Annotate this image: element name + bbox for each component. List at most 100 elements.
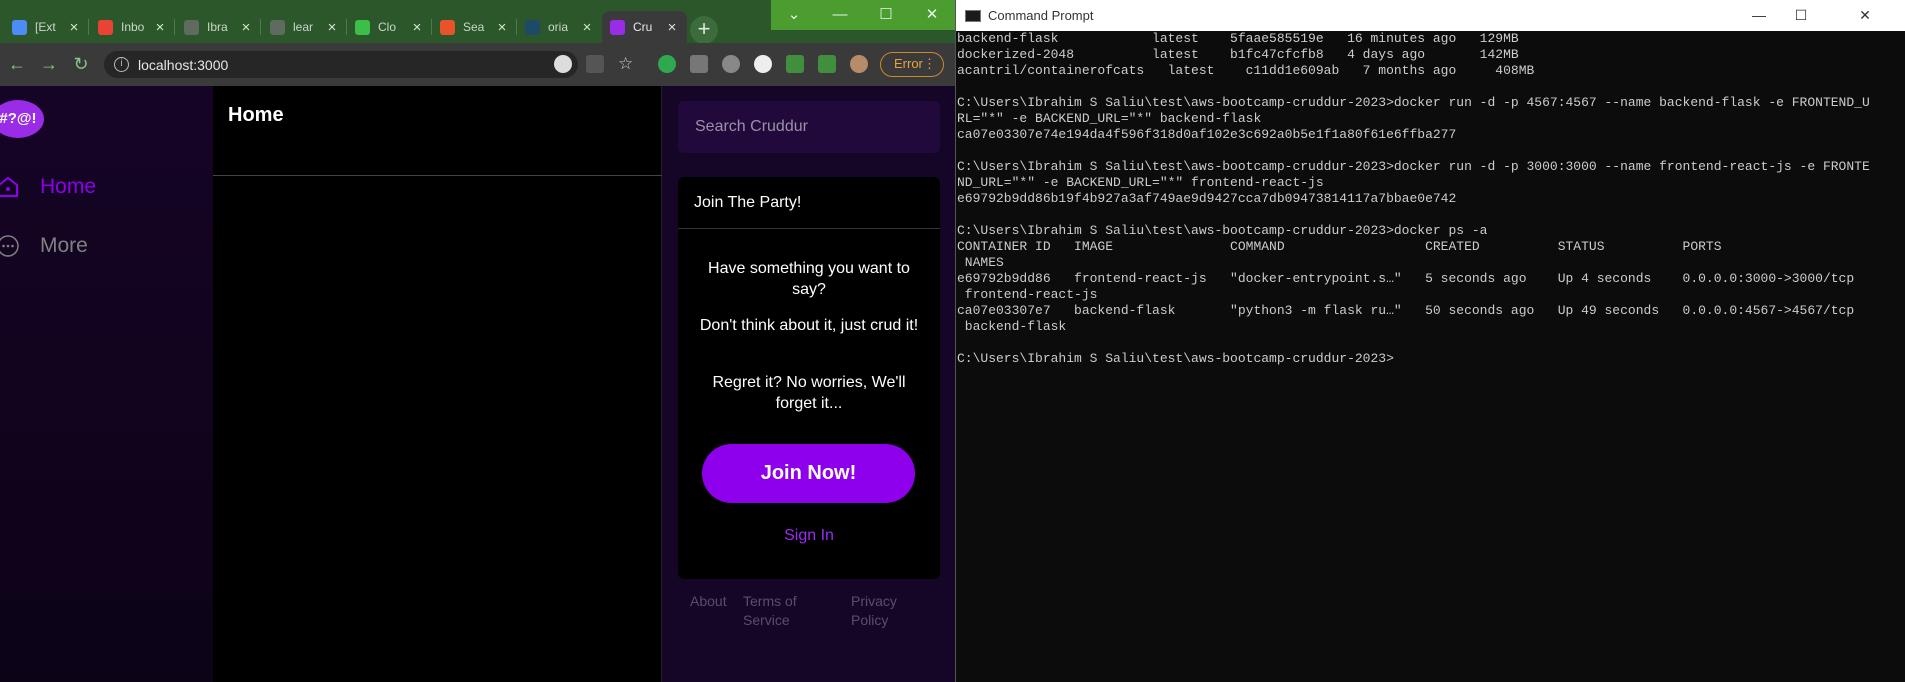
zotero-extension-icon[interactable] [690,55,708,73]
console-line: backend-flask [957,319,1067,334]
tab-label: Ibra [207,20,228,34]
grammarly-extension-icon[interactable] [658,55,676,73]
sidebar: #?@! Home More [0,86,213,682]
console-line: ca07e03307e7 backend-flask "python3 -m f… [957,303,1855,318]
tab-label: oria [548,20,569,34]
tab-search-button[interactable]: ⌄ [771,0,817,30]
tab-label: Inbo [121,20,145,34]
console-line: NAMES [957,255,1004,270]
share-icon[interactable] [586,55,604,73]
close-tab-icon[interactable]: × [153,19,167,36]
tab-6[interactable]: oria × [517,11,602,43]
console-line: C:\Users\Ibrahim S Saliu\test\aws-bootca… [957,351,1394,366]
cruddur-logo[interactable]: #?@! [0,100,44,138]
google-icon[interactable] [554,55,572,73]
minimize-button[interactable]: — [817,0,863,30]
home-icon [0,176,18,197]
console-line: dockerized-2048 latest b1fc47cfcfb8 4 da… [957,47,1519,62]
console-line: ND_URL="*" -e BACKEND_URL="*" frontend-r… [957,175,1324,190]
browser-window: [Ext × Inbo × Ibra × lear × Clo × Sea × oria × … [0,0,955,682]
cruddur-app: #?@! Home More Home Join The Party! Have… [0,86,955,682]
join-box-line-2: Don't think about it, just crud it! [699,317,919,334]
divider [213,175,662,176]
console-line: e69792b9dd86 frontend-react-js "docker-e… [957,271,1855,286]
menu-icon[interactable]: ⋮ [923,53,936,75]
cmd-minimize-button[interactable]: — [1736,0,1782,31]
tab-1[interactable]: Inbo × [90,11,175,43]
close-tab-icon[interactable]: × [325,19,339,36]
close-tab-icon[interactable]: × [495,19,509,36]
console-line: CONTAINER ID IMAGE COMMAND CREATED STATU… [957,239,1722,254]
window-title: Command Prompt [988,8,1094,23]
profile-avatar[interactable] [850,55,868,73]
console-line: ca07e03307e74e194da4f596f318d0af102e3c69… [957,127,1457,142]
site-favicon-icon [525,19,540,35]
join-box-line-3: Regret it? No worries, We'll forget it..… [712,374,906,412]
bookmark-star-icon[interactable]: ☆ [618,55,636,73]
tab-5[interactable]: Sea × [432,11,517,43]
site-info-icon[interactable]: i [114,57,129,72]
gmail-favicon-icon [98,19,113,35]
close-tab-icon[interactable]: × [239,19,253,36]
tab-2[interactable]: Ibra × [176,11,261,43]
forward-button[interactable]: → [38,53,60,75]
close-window-button[interactable]: ✕ [909,0,955,30]
home-feed: Home [213,86,662,682]
error-label: Error [894,56,923,71]
console-line: backend-flask latest 5faae585519e 16 min… [957,31,1519,46]
tab-label: Sea [463,20,485,34]
github-extension-icon[interactable] [722,55,740,73]
search-input[interactable] [678,101,940,153]
console-line: acantril/containerofcats latest c11dd1e6… [957,63,1535,78]
console-line: C:\Users\Ibrahim S Saliu\test\aws-bootca… [957,95,1870,110]
reload-button[interactable]: ↻ [70,53,92,75]
tab-4[interactable]: Clo × [347,11,432,43]
cmd-maximize-button[interactable]: ☐ [1778,0,1824,31]
console-line: e69792b9dd86b19f4b927a3af749ae9d9427cca7… [957,191,1457,206]
tab-label: lear [293,20,314,34]
footer-link-privacy[interactable]: Privacy Policy [851,592,921,630]
tab-label: Cru [633,20,653,34]
address-bar[interactable]: i localhost:3000 [104,51,578,78]
sidebar-item-home[interactable]: Home [0,172,96,202]
tab-label: [Ext [35,20,56,34]
close-tab-icon[interactable]: × [410,19,424,36]
join-now-button[interactable]: Join Now! [702,444,915,503]
tab-label: Clo [378,20,397,34]
sidebar-item-label: Home [40,175,97,198]
console-output[interactable]: backend-flask latest 5faae585519e 16 min… [957,31,1905,682]
console-line: C:\Users\Ibrahim S Saliu\test\aws-bootca… [957,223,1488,238]
tab-3[interactable]: lear × [262,11,347,43]
tab-7-active[interactable]: Cru × [602,11,687,43]
side-panel-icon[interactable] [818,55,836,73]
maximize-button[interactable]: ☐ [863,0,909,30]
extension-icon[interactable] [754,55,772,73]
right-column: Join The Party! Have something you want … [662,86,955,682]
tab-strip: [Ext × Inbo × Ibra × lear × Clo × Sea × oria × … [0,0,955,44]
command-prompt-window: Command Prompt — ☐ ✕ backend-flask lates… [955,0,1905,682]
sidebar-item-more[interactable]: More [0,231,88,261]
close-tab-icon[interactable]: × [67,19,81,36]
browser-toolbar: ← → ↻ i localhost:3000 ☆ Error ⋮ [0,43,955,86]
docs-favicon-icon [12,19,27,35]
footer-link-about[interactable]: About [690,592,727,611]
cmd-close-button[interactable]: ✕ [1842,0,1888,31]
puzzle-extensions-icon[interactable] [786,55,804,73]
new-tab-button[interactable]: + [690,16,718,44]
error-button[interactable]: Error ⋮ [880,52,944,77]
close-tab-icon[interactable]: × [580,19,594,36]
cruddur-favicon-icon [610,19,625,35]
sign-in-link[interactable]: Sign In [678,527,940,545]
footer-link-terms[interactable]: Terms of Service [743,592,823,630]
back-button[interactable]: ← [6,53,28,75]
cmd-titlebar: Command Prompt — ☐ ✕ [956,0,1905,31]
github-favicon-icon [270,19,285,35]
tab-0[interactable]: [Ext × [4,11,89,43]
console-line: C:\Users\Ibrahim S Saliu\test\aws-bootca… [957,159,1870,174]
close-tab-icon[interactable]: × [665,19,679,36]
join-box-line-1: Have something you want to say? [708,260,910,298]
join-party-box: Join The Party! Have something you want … [678,177,940,579]
